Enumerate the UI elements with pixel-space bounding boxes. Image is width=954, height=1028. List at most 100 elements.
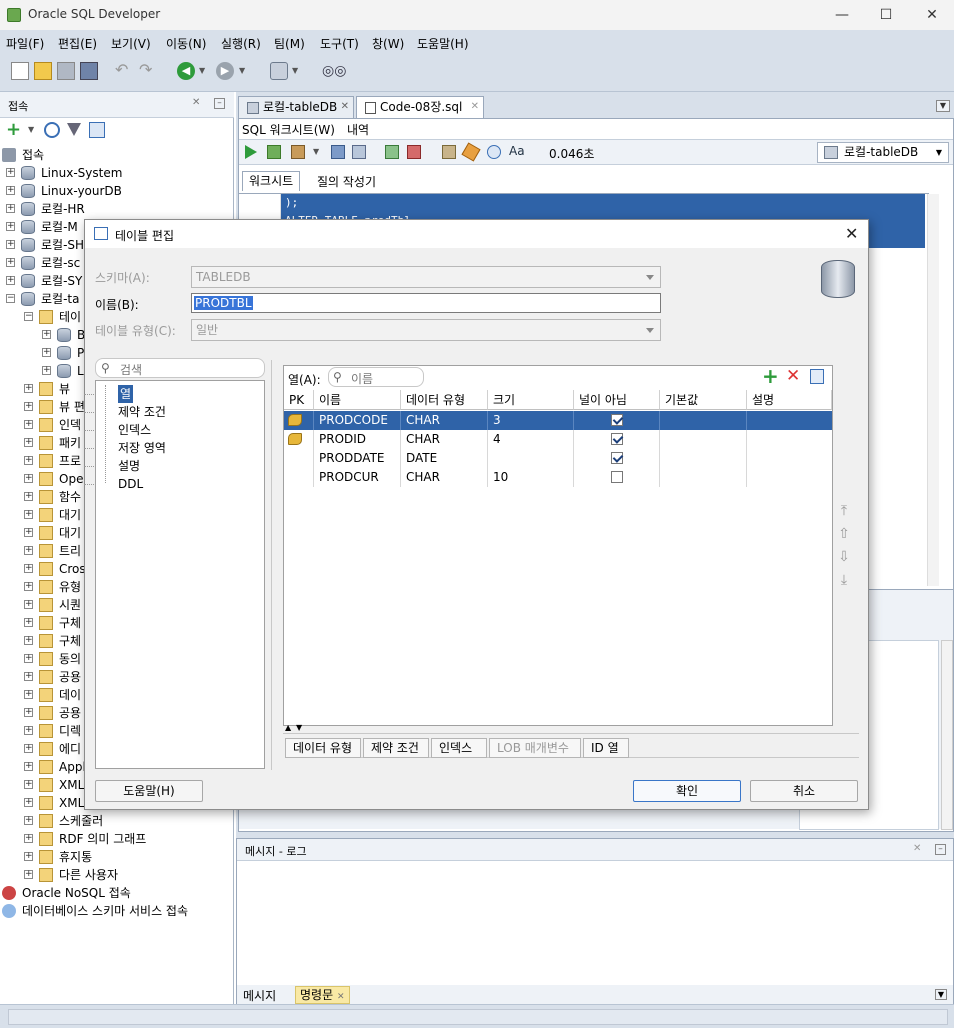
column-header[interactable]: 널이 아님	[574, 390, 660, 410]
move-top-icon[interactable]: ⤒	[835, 502, 853, 520]
column-name-cell[interactable]: PRODID	[314, 430, 401, 449]
expand-icon[interactable]: +	[6, 258, 15, 267]
add-dropdown-icon[interactable]: ▼	[28, 125, 34, 134]
not-null-checkbox[interactable]	[610, 470, 623, 483]
tab-worksheet[interactable]: 워크시트	[242, 171, 301, 191]
not-null-checkbox[interactable]	[610, 451, 623, 464]
save-icon[interactable]	[57, 62, 75, 80]
expand-icon[interactable]: +	[6, 168, 15, 177]
menu-navigate[interactable]: 이동(N)	[166, 35, 206, 52]
unshared-sql-icon[interactable]	[442, 145, 456, 159]
tab-column-property[interactable]: 제약 조건	[363, 738, 429, 758]
nav-item[interactable]: 저장 영역	[118, 439, 166, 457]
help-button[interactable]: 도움말(H)	[95, 780, 203, 802]
maximize-button[interactable]: ☐	[866, 4, 906, 26]
back-dropdown-icon[interactable]: ▼	[199, 62, 209, 80]
comment-cell[interactable]	[747, 430, 832, 449]
column-header[interactable]: 설명	[747, 390, 832, 410]
run-statement-icon[interactable]	[245, 145, 257, 159]
size-cell[interactable]: 10	[488, 468, 574, 487]
column-name-cell[interactable]: PRODCODE	[314, 411, 401, 430]
tab-close-icon[interactable]: ✕	[337, 992, 345, 1002]
data-type-cell[interactable]: CHAR	[401, 430, 488, 449]
menu-window[interactable]: 창(W)	[372, 35, 404, 52]
nav-item[interactable]: 인덱스	[118, 421, 151, 439]
default-value-cell[interactable]	[660, 411, 747, 430]
history-icon[interactable]	[487, 145, 501, 159]
column-header[interactable]: 데이터 유형	[401, 390, 488, 410]
expand-icon[interactable]: +	[24, 834, 33, 843]
expand-icon[interactable]: +	[24, 762, 33, 771]
size-cell[interactable]: 3	[488, 411, 574, 430]
expand-icon[interactable]: +	[6, 186, 15, 195]
expand-icon[interactable]: +	[24, 780, 33, 789]
default-value-cell[interactable]	[660, 468, 747, 487]
expand-icon[interactable]: +	[24, 654, 33, 663]
save-all-icon[interactable]	[80, 62, 98, 80]
undo-icon[interactable]: ↶	[115, 62, 133, 80]
sql-tuning-icon[interactable]	[352, 145, 366, 159]
open-icon[interactable]	[34, 62, 52, 80]
expand-icon[interactable]: +	[24, 492, 33, 501]
tab-messages[interactable]: 메시지	[243, 987, 276, 1004]
nav-item[interactable]: DDL	[118, 475, 143, 493]
expand-icon[interactable]: +	[6, 204, 15, 213]
tab-close-icon[interactable]: ✕	[471, 97, 479, 117]
tab-query-builder[interactable]: 질의 작성기	[317, 173, 376, 190]
expand-icon[interactable]: +	[6, 222, 15, 231]
expand-icon[interactable]: +	[24, 420, 33, 429]
menu-run[interactable]: 실행(R)	[221, 35, 261, 52]
expand-icon[interactable]: +	[24, 510, 33, 519]
expand-icon[interactable]: +	[24, 816, 33, 825]
sql-dropdown-icon[interactable]: ▼	[292, 62, 302, 80]
schema-browser-icon[interactable]	[89, 122, 105, 138]
comment-cell[interactable]	[747, 411, 832, 430]
column-name-cell[interactable]: PRODCUR	[314, 468, 401, 487]
connection-select[interactable]: 로컬-tableDB ▼	[817, 142, 949, 163]
expand-icon[interactable]: +	[24, 708, 33, 717]
tab-local-tabledb[interactable]: 로컬-tableDB ✕	[238, 96, 354, 118]
add-column-icon[interactable]: +	[762, 366, 779, 386]
default-value-cell[interactable]	[660, 449, 747, 468]
redo-icon[interactable]: ↷	[139, 62, 157, 80]
cancel-button[interactable]: 취소	[750, 780, 858, 802]
table-row[interactable]: PRODCODE CHAR 3	[284, 411, 832, 430]
column-header[interactable]: 크기	[488, 390, 574, 410]
comment-cell[interactable]	[747, 449, 832, 468]
forward-dropdown-icon[interactable]: ▼	[239, 62, 249, 80]
expand-icon[interactable]: +	[24, 546, 33, 555]
nav-item[interactable]: 열	[118, 385, 134, 403]
nav-search-box[interactable]: ⚲ 검색	[95, 358, 265, 378]
expand-icon[interactable]: +	[42, 366, 51, 375]
run-script-icon[interactable]	[267, 145, 281, 159]
rollback-icon[interactable]	[407, 145, 421, 159]
expand-icon[interactable]: +	[24, 870, 33, 879]
expand-icon[interactable]: +	[24, 600, 33, 609]
explain-plan-icon[interactable]	[331, 145, 345, 159]
column-name-cell[interactable]: PRODDATE	[314, 449, 401, 468]
expand-icon[interactable]: +	[24, 564, 33, 573]
panel-minimize-icon[interactable]: –	[214, 98, 225, 109]
pk-cell[interactable]	[284, 430, 314, 449]
tab-statements[interactable]: 명령문 ✕	[295, 986, 350, 1004]
table-row[interactable]: PRODDATE DATE	[284, 449, 832, 468]
expand-icon[interactable]: +	[42, 348, 51, 357]
forward-icon[interactable]: ▶	[216, 62, 234, 80]
tab-column-property[interactable]: ID 열	[583, 738, 629, 758]
tab-column-property[interactable]: LOB 매개변수	[489, 738, 581, 758]
expand-icon[interactable]: +	[24, 690, 33, 699]
expand-icon[interactable]: +	[24, 456, 33, 465]
schema-select[interactable]: TABLEDB	[191, 266, 661, 288]
table-row[interactable]: PRODID CHAR 4	[284, 430, 832, 449]
menu-tools[interactable]: 도구(T)	[320, 35, 359, 52]
menu-edit[interactable]: 편집(E)	[58, 35, 97, 52]
subtab-sql-worksheet[interactable]: SQL 워크시트(W)	[242, 121, 335, 138]
tab-column-property[interactable]: 데이터 유형	[285, 738, 361, 758]
close-window-button[interactable]: ✕	[912, 4, 952, 26]
columns-search-box[interactable]: ⚲ 이름	[328, 367, 424, 387]
data-type-cell[interactable]: DATE	[401, 449, 488, 468]
default-value-cell[interactable]	[660, 430, 747, 449]
move-up-icon[interactable]: ⇧	[835, 525, 853, 543]
collapse-icon[interactable]: −	[24, 312, 33, 321]
move-bottom-icon[interactable]: ⤓	[835, 571, 853, 589]
